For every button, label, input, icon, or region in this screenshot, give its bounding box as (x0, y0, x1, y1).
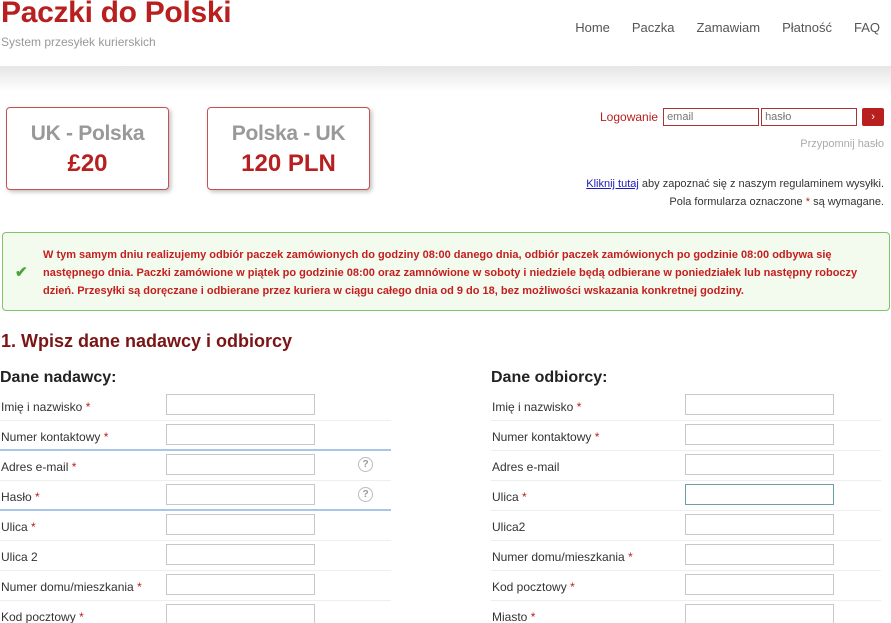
price-route: UK - Polska (30, 122, 145, 145)
form-row: Numer domu/mieszkania * (0, 571, 391, 601)
field-label: Imię i nazwisko * (492, 400, 582, 414)
required-star: * (805, 196, 810, 208)
terms-link[interactable]: Kliknij tutaj (586, 178, 639, 190)
form-row: Imię i nazwisko * (0, 391, 391, 421)
price-value: 120 PLN (241, 150, 336, 177)
receiver-postcode-input[interactable] (685, 574, 834, 595)
field-label: Adres e-mail (492, 460, 560, 474)
login-password-input[interactable] (761, 108, 858, 126)
pickup-notice: ✔ W tym samym dniu realizujemy odbiór pa… (2, 232, 890, 311)
form-row: Ulica * (0, 511, 391, 541)
field-label: Numer domu/mieszkania * (1, 580, 142, 594)
field-label: Imię i nazwisko * (1, 400, 91, 414)
price-route: Polska - UK (231, 122, 346, 145)
receiver-name-input[interactable] (685, 394, 834, 415)
form-row: Adres e-mail (491, 451, 881, 481)
receiver-city-input[interactable] (685, 604, 834, 623)
nav-home[interactable]: Home (575, 20, 610, 35)
form-row: Kod pocztowy * (0, 601, 391, 623)
sender-street2-input[interactable] (166, 544, 315, 565)
nav-faq[interactable]: FAQ (854, 20, 880, 35)
price-box-pl-uk: Polska - UK 120 PLN (207, 107, 370, 190)
receiver-street2-input[interactable] (685, 514, 834, 535)
login-email-input[interactable] (663, 108, 760, 126)
field-label: Kod pocztowy * (1, 610, 84, 623)
login-submit-button[interactable]: › (862, 108, 885, 126)
form-row: Numer kontaktowy * (0, 421, 391, 451)
sender-phone-input[interactable] (166, 424, 315, 445)
notice-text: W tym samym dniu realizujemy odbiór pacz… (43, 249, 858, 297)
terms-text: aby zapoznać się z naszym regulaminem wy… (641, 178, 884, 190)
help-icon[interactable]: ? (358, 487, 373, 502)
form-row: Ulica * (491, 481, 881, 511)
field-label: Ulica2 (492, 520, 526, 534)
required-note-prefix: Pola formularza oznaczone (669, 196, 803, 208)
site-header: Paczki do Polski System przesyłek kurier… (0, 0, 891, 68)
field-label: Adres e-mail * (1, 460, 77, 474)
required-note-suffix: są wymagane. (813, 196, 884, 208)
form-row: Ulica 2 (0, 541, 391, 571)
nav-platnosc[interactable]: Płatność (782, 20, 832, 35)
login-label: Logowanie (600, 110, 659, 124)
form-row: Hasło * ? (0, 481, 391, 511)
sender-house-number-input[interactable] (166, 574, 315, 595)
sender-form: Dane nadawcy: Imię i nazwisko * Numer ko… (0, 369, 391, 623)
receiver-title: Dane odbiorcy: (491, 369, 608, 386)
form-row: Imię i nazwisko * (491, 391, 881, 421)
field-label: Ulica * (492, 490, 527, 504)
site-logo-subtitle: System przesyłek kurierskich (1, 35, 156, 49)
field-label: Miasto * (492, 610, 536, 623)
main-nav: Home Paczka Zamawiam Płatność FAQ (575, 20, 880, 35)
sender-street-input[interactable] (166, 514, 315, 535)
price-box-uk-pl: UK - Polska £20 (6, 107, 169, 190)
receiver-street-input[interactable] (685, 484, 834, 505)
field-label: Numer kontaktowy * (1, 430, 109, 444)
form-row: Miasto * (491, 601, 881, 623)
field-label: Kod pocztowy * (492, 580, 575, 594)
field-label: Numer domu/mieszkania * (492, 550, 633, 564)
login-form: Logowanie › (600, 108, 885, 126)
receiver-email-input[interactable] (685, 454, 834, 475)
field-label: Numer kontaktowy * (492, 430, 600, 444)
receiver-phone-input[interactable] (685, 424, 834, 445)
form-row: Numer domu/mieszkania * (491, 541, 881, 571)
help-icon[interactable]: ? (358, 457, 373, 472)
sender-email-input[interactable] (166, 454, 315, 475)
section-title: 1. Wpisz dane nadawcy i odbiorcy (1, 331, 293, 351)
sender-postcode-input[interactable] (166, 604, 315, 623)
receiver-house-number-input[interactable] (685, 544, 834, 565)
form-row: Ulica2 (491, 511, 881, 541)
form-row: Kod pocztowy * (491, 571, 881, 601)
form-row: Numer kontaktowy * (491, 421, 881, 451)
field-label: Ulica 2 (1, 550, 38, 564)
field-label: Ulica * (1, 520, 36, 534)
field-label: Hasło * (1, 490, 40, 504)
sender-password-input[interactable] (166, 484, 315, 505)
nav-paczka[interactable]: Paczka (632, 20, 675, 35)
required-fields-note: Pola formularza oznaczone * są wymagane. (669, 196, 884, 208)
sender-name-input[interactable] (166, 394, 315, 415)
nav-zamawiam[interactable]: Zamawiam (697, 20, 761, 35)
receiver-form: Dane odbiorcy: Imię i nazwisko * Numer k… (491, 369, 881, 623)
site-logo-title[interactable]: Paczki do Polski (1, 0, 232, 30)
check-icon: ✔ (15, 264, 28, 281)
header-divider (0, 66, 891, 92)
form-row: Adres e-mail * ? (0, 451, 391, 481)
terms-info: Kliknij tutaj aby zapoznać się z naszym … (586, 178, 884, 190)
remind-password-link[interactable]: Przypomnij hasło (800, 138, 884, 150)
price-value: £20 (67, 150, 108, 177)
sender-title: Dane nadawcy: (0, 369, 117, 386)
